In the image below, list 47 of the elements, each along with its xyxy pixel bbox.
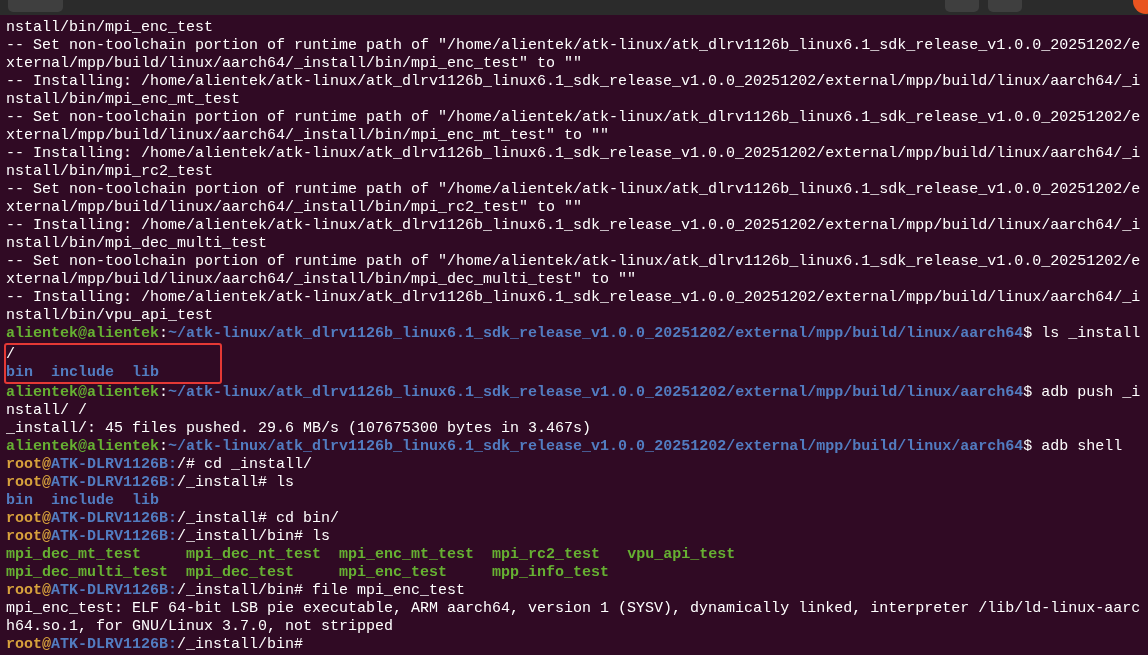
terminal-line: -- Installing: /home/alientek/atk-linux/atk_dlrv1126b_linux6.1_sdk_release_v1.0.0_20251202/external/mpp/build/linux/aarch64/_i <box>6 145 1141 163</box>
terminal-line: nstall/bin/mpi_enc_mt_test <box>6 91 241 109</box>
terminal-line: mpi_enc_test: ELF 64-bit LSB pie executable, ARM aarch64, version 1 (SYSV), dynamically linked, interpreter /lib/ld-linux-aarc <box>6 600 1141 618</box>
terminal-line: nstall/bin/mpi_enc_test <box>6 19 214 37</box>
file-name: lib <box>132 364 160 382</box>
terminal-line: root@ATK-DLRV1126B:/_install# ls <box>6 474 295 492</box>
terminal-line: root@ATK-DLRV1126B:/_install# cd bin/ <box>6 510 340 528</box>
terminal-line: -- Set non-toolchain portion of runtime path of "/home/alientek/atk-linux/atk_dlrv1126b_linux6.1_sdk_release_v1.0.0_20251202/e <box>6 37 1141 55</box>
terminal-line: xternal/mpp/build/linux/aarch64/_install/bin/mpi_enc_mt_test" to "" <box>6 127 610 145</box>
file-name: include <box>51 492 115 510</box>
file-name: lib <box>132 492 160 510</box>
file-name: bin <box>6 492 33 510</box>
terminal-line: alientek@alientek:~/atk-linux/atk_dlrv1126b_linux6.1_sdk_release_v1.0.0_20251202/external/mpp/build/linux/aarch64$ ls _install <box>6 325 1141 343</box>
file-name: vpu_api_test <box>627 546 736 564</box>
terminal-line: root@ATK-DLRV1126B:/_install/bin# <box>6 636 304 654</box>
terminal-line: nstall/ / <box>6 402 87 420</box>
file-name: mpi_dec_test <box>186 564 296 582</box>
terminal-line: nstall/bin/mpi_rc2_test <box>6 163 214 181</box>
terminal-line: root@ATK-DLRV1126B:/# cd _install/ <box>6 456 313 474</box>
terminal-line: root@ATK-DLRV1126B:/_install/bin# ls <box>6 528 331 546</box>
terminal-line: / <box>6 346 15 364</box>
terminal-line: h64.so.1, for GNU/Linux 3.7.0, not stripped <box>6 618 394 636</box>
file-name: mpi_enc_mt_test <box>339 546 475 564</box>
file-name: bin <box>6 364 33 382</box>
file-name: mpp_info_test <box>492 564 610 582</box>
terminal-line: root@ATK-DLRV1126B:/_install/bin# file mpi_enc_test <box>6 582 466 600</box>
file-name: mpi_dec_multi_test <box>6 564 169 582</box>
terminal-line: -- Set non-toolchain portion of runtime path of "/home/alientek/atk-linux/atk_dlrv1126b_linux6.1_sdk_release_v1.0.0_20251202/e <box>6 253 1141 271</box>
terminal-line: xternal/mpp/build/linux/aarch64/_install/bin/mpi_enc_test" to "" <box>6 55 583 73</box>
terminal-line: -- Set non-toolchain portion of runtime path of "/home/alientek/atk-linux/atk_dlrv1126b_linux6.1_sdk_release_v1.0.0_20251202/e <box>6 109 1141 127</box>
terminal-line: xternal/mpp/build/linux/aarch64/_install/bin/mpi_dec_multi_test" to "" <box>6 271 637 289</box>
terminal-line: nstall/bin/mpi_dec_multi_test <box>6 235 268 253</box>
terminal-line: alientek@alientek:~/atk-linux/atk_dlrv1126b_linux6.1_sdk_release_v1.0.0_20251202/external/mpp/build/linux/aarch64$ adb push _i <box>6 384 1141 402</box>
terminal-line: -- Installing: /home/alientek/atk-linux/atk_dlrv1126b_linux6.1_sdk_release_v1.0.0_20251202/external/mpp/build/linux/aarch64/_i <box>6 73 1141 91</box>
terminal-line: xternal/mpp/build/linux/aarch64/_install/bin/mpi_rc2_test" to "" <box>6 199 583 217</box>
terminal-line: nstall/bin/vpu_api_test <box>6 307 214 325</box>
file-name: mpi_dec_nt_test <box>186 546 322 564</box>
close-button[interactable] <box>1130 0 1148 15</box>
file-name: include <box>51 364 115 382</box>
file-name: mpi_enc_test <box>339 564 449 582</box>
terminal-line: _install/: 45 files pushed. 29.6 MB/s (107675300 bytes in 3.467s) <box>6 420 592 438</box>
terminal-line: alientek@alientek:~/atk-linux/atk_dlrv1126b_linux6.1_sdk_release_v1.0.0_20251202/external/mpp/build/linux/aarch64$ adb shell <box>6 438 1123 456</box>
terminal-line: -- Installing: /home/alientek/atk-linux/atk_dlrv1126b_linux6.1_sdk_release_v1.0.0_20251202/external/mpp/build/linux/aarch64/_i <box>6 289 1141 307</box>
terminal-line: -- Installing: /home/alientek/atk-linux/atk_dlrv1126b_linux6.1_sdk_release_v1.0.0_20251202/external/mpp/build/linux/aarch64/_i <box>6 217 1141 235</box>
file-name: mpi_rc2_test <box>492 546 602 564</box>
file-name: mpi_dec_mt_test <box>6 546 143 564</box>
terminal-line: -- Set non-toolchain portion of runtime path of "/home/alientek/atk-linux/atk_dlrv1126b_linux6.1_sdk_release_v1.0.0_20251202/e <box>6 181 1141 199</box>
